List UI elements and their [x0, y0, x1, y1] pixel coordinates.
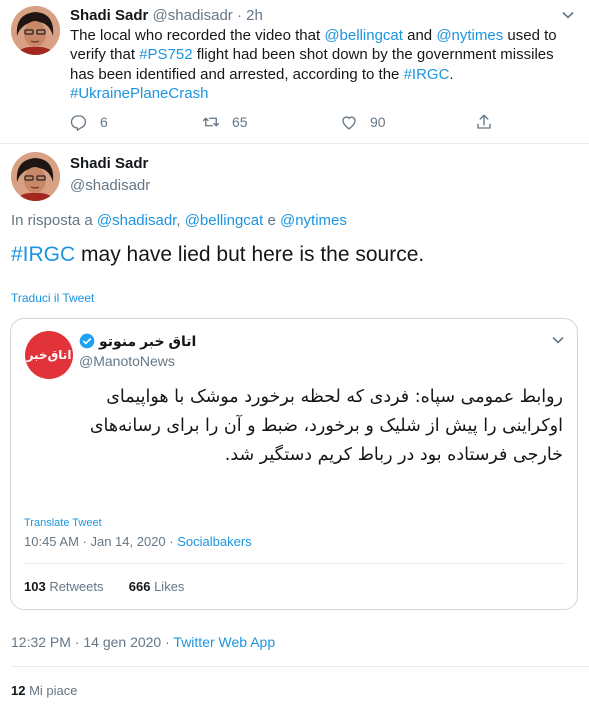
like-count: 90: [370, 114, 386, 130]
translate-tweet-link[interactable]: Translate Tweet: [24, 517, 102, 529]
likes-label: Mi piace: [25, 683, 78, 698]
hashtag-irgc[interactable]: #IRGC: [404, 66, 450, 83]
mention-nytimes[interactable]: @nytimes: [436, 27, 503, 44]
dot-separator: ·: [232, 7, 247, 24]
mention-bellingcat[interactable]: @bellingcat: [324, 27, 403, 44]
quoted-likes[interactable]: 666 Likes: [129, 579, 185, 594]
text-part: and: [402, 27, 437, 44]
reply-mention-nytimes[interactable]: @nytimes: [280, 212, 347, 229]
share-button[interactable]: [475, 113, 505, 131]
tweet-header: Shadi Sadr @shadisadr · 2h: [70, 6, 263, 26]
reply-prefix: In risposta a: [11, 212, 97, 229]
tweet-parent[interactable]: Shadi Sadr @shadisadr · 2h The local who…: [0, 0, 589, 144]
avatar-image: [11, 6, 60, 55]
quoted-user-name: اتاق خبر منوتو: [99, 333, 197, 349]
avatar-image: [11, 152, 60, 201]
user-handle[interactable]: @shadisadr: [70, 176, 150, 196]
quoted-retweets[interactable]: 103 Retweets: [24, 579, 104, 594]
chevron-down-icon[interactable]: [561, 8, 575, 22]
text-part: may have lied but here is the source.: [75, 243, 425, 266]
like-button[interactable]: 90: [340, 113, 386, 131]
reply-and: e: [263, 212, 280, 229]
likes-count: 12: [11, 683, 26, 698]
share-icon: [477, 114, 491, 129]
text-part: .: [449, 65, 454, 83]
quoted-user-name-row[interactable]: اتاق خبر منوتو: [79, 331, 196, 351]
retweets-label: Retweets: [45, 579, 104, 594]
likes-count: 666: [128, 579, 151, 594]
likes-label: Likes: [150, 579, 185, 594]
tweet-text: The local who recorded the video that @b…: [70, 26, 570, 104]
chevron-down-icon[interactable]: [551, 333, 565, 347]
hashtag-irgc[interactable]: #IRGC: [11, 243, 75, 266]
reply-button[interactable]: 6: [70, 113, 108, 131]
quoted-stats: 103 Retweets 666 Likes: [24, 579, 184, 594]
hashtag-ps752[interactable]: #PS752: [139, 46, 192, 63]
quoted-user-handle[interactable]: @ManotoNews: [79, 351, 175, 371]
reply-mention-shadisadr[interactable]: @shadisadr: [97, 212, 176, 229]
tweet-text: #IRGC may have lied but here is the sour…: [11, 241, 424, 269]
avatar[interactable]: [11, 152, 60, 201]
heart-icon: [342, 116, 356, 130]
tweet-source[interactable]: Twitter Web App: [173, 634, 275, 650]
quoted-source[interactable]: Socialbakers: [177, 534, 251, 549]
retweet-icon: [202, 117, 220, 127]
reply-count: 6: [100, 114, 108, 130]
verified-badge-icon: [79, 333, 95, 349]
user-name[interactable]: Shadi Sadr: [70, 7, 148, 24]
reply-mention-bellingcat[interactable]: @bellingcat: [185, 212, 264, 229]
translate-tweet-link[interactable]: Traduci il Tweet: [11, 291, 94, 305]
divider: [24, 563, 565, 564]
reply-context: In risposta a @shadisadr, @bellingcat e …: [11, 211, 347, 231]
tweet-time[interactable]: 12:32 PM · 14 gen 2020 ·: [11, 634, 173, 650]
retweet-count: 65: [232, 114, 248, 130]
tweet-timestamp: 12:32 PM · 14 gen 2020 · Twitter Web App: [11, 632, 275, 652]
logo-text: اتاق‌خبر: [26, 348, 72, 362]
quoted-timestamp: 10:45 AM · Jan 14, 2020 · Socialbakers: [24, 533, 252, 551]
tweet-age[interactable]: 2h: [246, 7, 263, 24]
retweets-count: 103: [24, 579, 46, 594]
retweet-button[interactable]: 65: [202, 113, 248, 131]
hashtag-ukraineplanecrash[interactable]: #UkrainePlaneCrash: [70, 85, 208, 102]
manoto-logo[interactable]: اتاق‌خبر: [25, 331, 73, 379]
divider: [11, 666, 589, 667]
likes-stat[interactable]: 12 Mi piace: [11, 683, 78, 698]
user-handle[interactable]: @shadisadr: [153, 7, 233, 24]
text-part: The local who recorded the video that: [70, 27, 325, 44]
avatar[interactable]: [11, 6, 60, 55]
quoted-tweet-card[interactable]: اتاق‌خبر اتاق خبر منوتو @ManotoNews رواب…: [10, 318, 578, 610]
user-name[interactable]: Shadi Sadr: [70, 154, 148, 174]
reply-separator: ,: [176, 212, 185, 229]
quoted-time[interactable]: 10:45 AM · Jan 14, 2020 ·: [24, 534, 177, 549]
reply-icon: [70, 115, 87, 131]
quoted-tweet-text: روابط عمومی سپاه: فردی که لحظه برخورد مو…: [89, 387, 563, 465]
